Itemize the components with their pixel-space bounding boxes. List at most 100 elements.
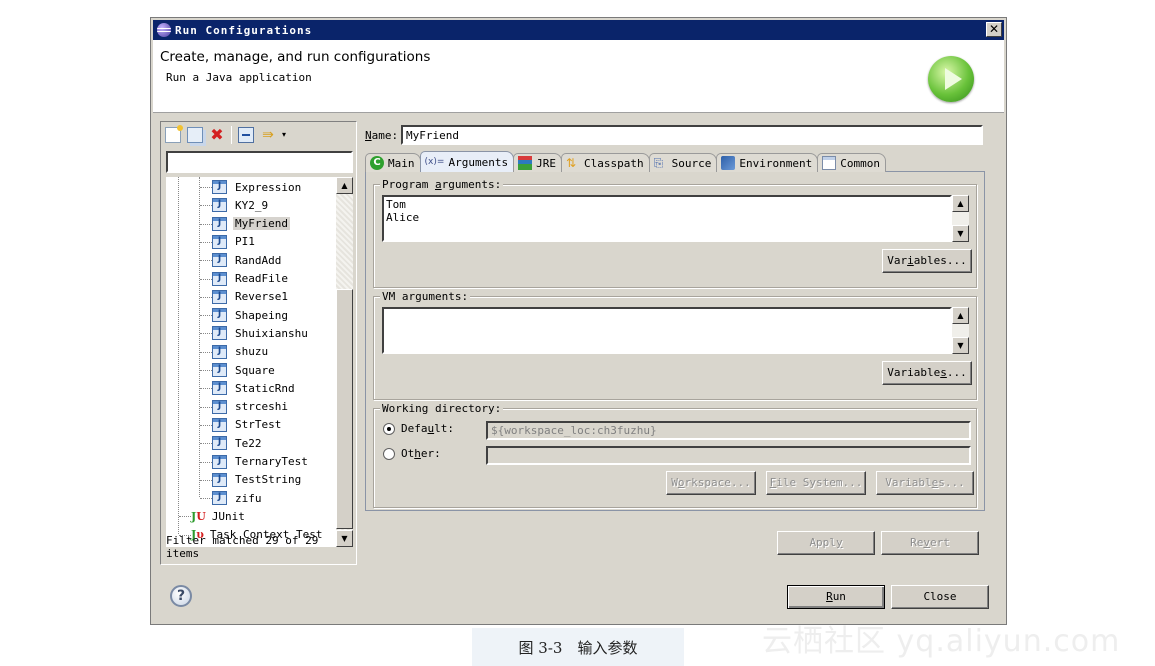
close-window-button[interactable]: ✕ xyxy=(986,22,1002,37)
tree-connector xyxy=(200,443,212,445)
java-application-icon: J xyxy=(212,326,227,341)
tree-item[interactable]: J StrTest xyxy=(200,416,283,434)
tree-item[interactable]: J Shapeing xyxy=(200,306,290,324)
tree-item[interactable]: J Reverse1 xyxy=(200,288,290,306)
java-application-icon: J xyxy=(212,271,227,286)
source-tab-icon: ⎘ xyxy=(653,156,664,170)
tree-connector xyxy=(200,498,212,500)
filter-input[interactable] xyxy=(166,151,353,173)
tree-item-label: TestString xyxy=(235,473,302,487)
tree-item[interactable]: J Te22 xyxy=(200,434,264,452)
program-arguments-input[interactable] xyxy=(382,195,952,242)
tree-item[interactable]: Jstrceshi xyxy=(200,398,290,416)
tab-environment[interactable]: Environment xyxy=(716,153,819,172)
tab-label: Common xyxy=(840,156,880,170)
tab-jre[interactable]: JRE xyxy=(513,153,562,172)
title-bar[interactable]: Run Configurations ✕ xyxy=(153,20,1004,40)
tab-main[interactable]: C Main xyxy=(365,153,421,172)
vm-arguments-label: VM arguments: xyxy=(380,290,471,303)
tree-item[interactable]: J TestString xyxy=(200,471,303,489)
tree-item[interactable]: J StaticRnd xyxy=(200,379,297,397)
tree-item-label: Te22 xyxy=(235,436,262,450)
tab-source[interactable]: ⎘ Source xyxy=(648,153,718,172)
workdir-variables-button[interactable]: Variables... xyxy=(876,471,974,495)
vm-arguments-group: VM arguments: ▲ ▼ Variables... xyxy=(373,290,977,400)
tree-item-label: KY2_9 xyxy=(235,198,269,212)
tab-label: Source xyxy=(671,156,712,170)
tree-item[interactable]: J Expression xyxy=(200,178,303,196)
java-application-icon: J xyxy=(212,491,227,506)
watermark: 云栖社区 yq.aliyun.com xyxy=(762,624,1121,659)
tree-item[interactable]: Jshuzu xyxy=(200,343,270,361)
filter-icon[interactable]: ⇛ xyxy=(260,127,276,143)
program-variables-button[interactable]: Variables... xyxy=(882,249,972,273)
scroll-up-button[interactable]: ▲ xyxy=(336,177,353,194)
arguments-tab-icon: (x)= xyxy=(424,157,445,167)
tree-item[interactable]: J MyFriend xyxy=(200,215,290,233)
tree-item-label: Shapeing xyxy=(235,308,288,322)
other-directory-field[interactable] xyxy=(486,446,971,465)
tree-item-label: RandAdd xyxy=(235,253,282,267)
workspace-button[interactable]: Workspace... xyxy=(666,471,756,495)
tree-connector xyxy=(179,516,191,518)
tree-item[interactable]: J ReadFile xyxy=(200,270,290,288)
program-arguments-scrollbar[interactable]: ▲ ▼ xyxy=(952,195,969,242)
other-radio[interactable] xyxy=(383,447,395,460)
working-directory-label: Working directory: xyxy=(380,402,504,415)
tree-connector xyxy=(200,223,212,225)
java-application-icon: J xyxy=(212,289,227,304)
dropdown-icon[interactable]: ▾ xyxy=(282,127,290,143)
name-input[interactable] xyxy=(401,125,983,145)
tree-item-label: StrTest xyxy=(235,418,282,432)
tree-item[interactable]: J Square xyxy=(200,361,277,379)
tree-item[interactable]: Jzifu xyxy=(200,489,264,507)
other-label: Other: xyxy=(401,447,441,460)
tree-item[interactable]: J TernaryTest xyxy=(200,453,310,471)
default-radio[interactable] xyxy=(383,422,395,435)
new-launch-config-icon[interactable] xyxy=(165,125,183,143)
java-application-icon: J xyxy=(212,198,227,213)
tab-label: Arguments xyxy=(448,155,509,169)
other-radio-row[interactable]: Other: xyxy=(383,447,441,460)
apply-button[interactable]: Apply xyxy=(777,531,875,555)
tab-common[interactable]: Common xyxy=(817,153,886,172)
tree-item[interactable]: J RandAdd xyxy=(200,251,283,269)
tree-connector xyxy=(200,187,212,188)
toolbar-separator xyxy=(231,126,232,144)
java-application-icon: J xyxy=(212,308,227,323)
tree-connector xyxy=(200,278,212,280)
tree-scrollbar[interactable]: ▲ ▼ xyxy=(336,177,353,547)
tree-item[interactable]: JU JUnit xyxy=(179,507,247,525)
duplicate-icon[interactable] xyxy=(187,127,203,143)
tree-connector xyxy=(200,406,212,408)
tree-item[interactable]: J KY2_9 xyxy=(200,196,270,214)
vm-variables-button[interactable]: Variables... xyxy=(882,361,972,385)
help-icon[interactable]: ? xyxy=(170,585,192,607)
close-button[interactable]: Close xyxy=(891,585,989,609)
scroll-up-button[interactable]: ▲ xyxy=(952,195,969,212)
arguments-tab-panel: Program arguments: ▲ ▼ Variables... VM a… xyxy=(365,171,985,511)
file-system-button[interactable]: File System... xyxy=(766,471,866,495)
scroll-up-button[interactable]: ▲ xyxy=(952,307,969,324)
jre-tab-icon xyxy=(518,156,533,170)
java-application-icon: J xyxy=(212,381,227,396)
scroll-down-button[interactable]: ▼ xyxy=(952,225,969,242)
tree-item-label: shuzu xyxy=(235,345,269,359)
default-radio-row[interactable]: Default: xyxy=(383,422,454,435)
tab-arguments[interactable]: (x)= Arguments xyxy=(419,151,515,172)
scroll-down-button[interactable]: ▼ xyxy=(952,337,969,354)
collapse-all-icon[interactable] xyxy=(238,127,254,143)
tree-item[interactable]: J Shuixianshu xyxy=(200,324,310,342)
tab-classpath[interactable]: ⇅ Classpath xyxy=(560,153,650,172)
tree-item[interactable]: J PI1 xyxy=(200,233,257,251)
vm-arguments-input[interactable] xyxy=(382,307,952,354)
tree-connector xyxy=(200,296,212,298)
window-title: Run Configurations xyxy=(175,23,313,37)
tab-label: Main xyxy=(388,156,415,170)
run-button[interactable]: Run xyxy=(787,585,885,609)
revert-button[interactable]: Revert xyxy=(881,531,979,555)
delete-icon[interactable]: ✖ xyxy=(209,127,225,143)
tree-item-label: StaticRnd xyxy=(235,381,295,395)
vm-arguments-scrollbar[interactable]: ▲ ▼ xyxy=(952,307,969,354)
scroll-thumb[interactable] xyxy=(336,289,353,529)
